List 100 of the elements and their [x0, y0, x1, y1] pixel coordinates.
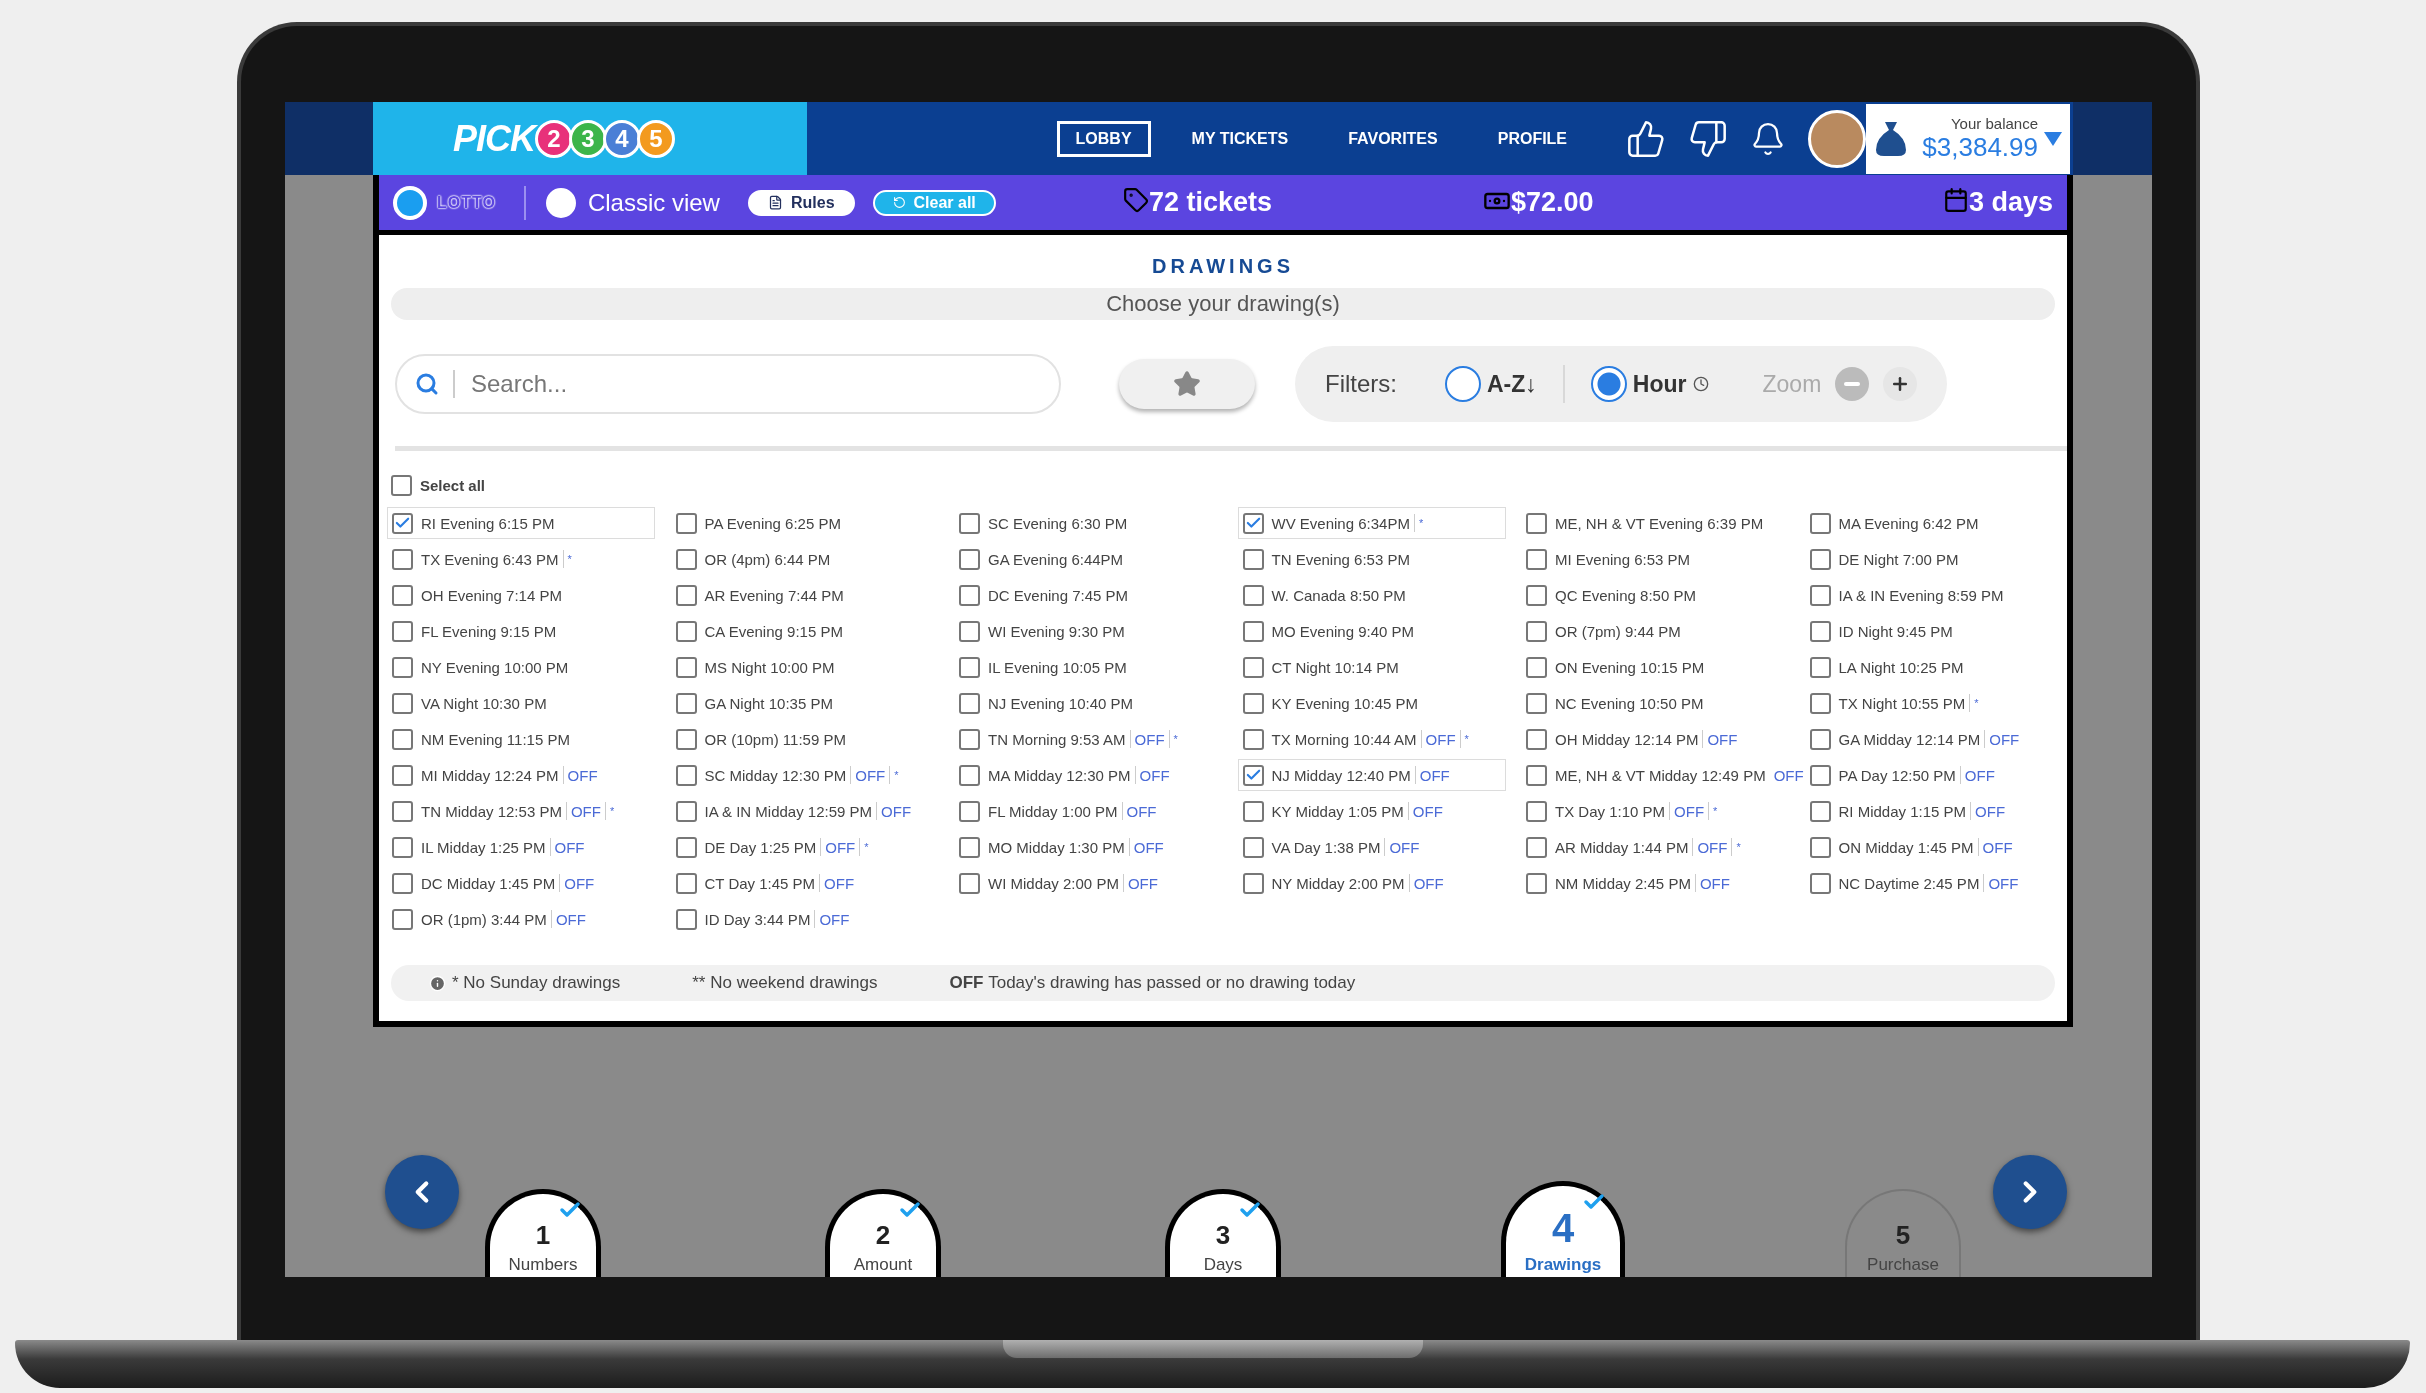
checkbox[interactable] [675, 584, 697, 606]
checkbox[interactable] [1809, 764, 1831, 786]
checkbox[interactable] [675, 692, 697, 714]
checkbox[interactable] [1809, 872, 1831, 894]
checkbox[interactable] [392, 908, 413, 930]
sort-radio[interactable] [1590, 366, 1627, 402]
checkbox[interactable] [675, 512, 697, 534]
nav-link[interactable]: MY TICKETS [1172, 120, 1308, 157]
off-label: OFF [1139, 766, 1170, 784]
checkbox[interactable] [1242, 584, 1264, 606]
checkbox[interactable] [392, 548, 413, 570]
checkbox[interactable] [959, 692, 980, 714]
thumbs-up-icon[interactable] [1626, 118, 1667, 159]
checkbox[interactable] [959, 728, 980, 750]
checkbox[interactable] [959, 764, 980, 786]
nav-link[interactable]: FAVORITES [1329, 120, 1457, 157]
checkbox[interactable] [1242, 728, 1264, 750]
checkbox[interactable] [1242, 548, 1264, 570]
checkbox[interactable] [1526, 800, 1547, 822]
note-mark: * [1713, 805, 1718, 817]
checkbox[interactable] [959, 548, 980, 570]
checkbox[interactable] [1242, 656, 1264, 678]
checkbox[interactable] [959, 872, 980, 894]
checkbox[interactable] [1526, 512, 1547, 534]
checkbox[interactable] [392, 656, 413, 678]
step-tab[interactable]: 4 Drawings [1501, 1181, 1625, 1277]
thumbs-down-icon[interactable] [1688, 118, 1729, 159]
step-tab[interactable]: 5 Purchase [1845, 1189, 1961, 1277]
checkbox[interactable] [675, 800, 697, 822]
checkbox[interactable] [1526, 764, 1547, 786]
checkbox[interactable] [675, 656, 697, 678]
drawing-label: ME, NH & VT Midday 12:49 PM [1555, 766, 1766, 784]
nav-link[interactable]: PROFILE [1478, 120, 1587, 157]
zoom-in-button[interactable] [1883, 367, 1918, 401]
drawing-label: VA Day 1:38 PM [1271, 838, 1381, 856]
checkbox[interactable] [392, 620, 413, 642]
checkbox[interactable] [392, 584, 413, 606]
checkbox[interactable] [392, 872, 413, 894]
step-tab[interactable]: 3 Days [1165, 1189, 1281, 1277]
checkbox[interactable] [392, 728, 413, 750]
minus-icon [1844, 382, 1861, 386]
checkbox[interactable] [1526, 656, 1547, 678]
checkbox[interactable] [675, 764, 697, 786]
checkbox[interactable] [1809, 548, 1831, 570]
checkbox[interactable] [1809, 656, 1831, 678]
checkbox[interactable] [1526, 872, 1547, 894]
checkbox[interactable] [1809, 584, 1831, 606]
checkbox[interactable] [675, 548, 697, 570]
sort-radio[interactable] [1445, 366, 1481, 402]
checkbox[interactable] [1242, 764, 1264, 786]
checkbox[interactable] [959, 656, 980, 678]
checkbox[interactable] [1242, 800, 1264, 822]
checkbox[interactable] [959, 584, 980, 606]
balance-box[interactable]: Your balance $3,384.99 [1866, 103, 2070, 174]
checkbox[interactable] [675, 908, 697, 930]
view-radio[interactable] [393, 185, 427, 220]
next-button[interactable] [1993, 1155, 2067, 1229]
checkbox[interactable] [1809, 836, 1831, 858]
checkbox[interactable] [675, 872, 697, 894]
checkbox[interactable] [1526, 692, 1547, 714]
checkbox[interactable] [1242, 692, 1264, 714]
checkbox[interactable] [959, 620, 980, 642]
checkbox[interactable] [1809, 800, 1831, 822]
checkbox[interactable] [1809, 620, 1831, 642]
checkbox[interactable] [1526, 836, 1547, 858]
checkbox[interactable] [391, 474, 412, 496]
step-tab[interactable]: 1 Numbers [485, 1189, 601, 1277]
view-label: Classic view [587, 188, 720, 217]
checkbox[interactable] [392, 512, 413, 534]
off-label: OFF [555, 910, 586, 928]
checkbox[interactable] [1809, 728, 1831, 750]
checkbox[interactable] [392, 764, 413, 786]
checkbox[interactable] [675, 620, 697, 642]
favorites-button[interactable] [1119, 359, 1255, 409]
nav-link[interactable]: LOBBY [1056, 120, 1151, 157]
step-tab[interactable]: 2 Amount [825, 1189, 941, 1277]
checkbox[interactable] [392, 800, 413, 822]
view-radio[interactable] [545, 187, 576, 218]
checkbox[interactable] [392, 692, 413, 714]
checkbox[interactable] [1242, 512, 1264, 534]
rules-button[interactable]: Rules [747, 189, 855, 216]
checkbox[interactable] [392, 836, 413, 858]
checkbox[interactable] [1526, 728, 1547, 750]
previous-button[interactable] [385, 1155, 459, 1229]
checkbox[interactable] [1526, 584, 1547, 606]
checkbox[interactable] [1242, 620, 1264, 642]
drawing-label: NC Evening 10:50 PM [1555, 694, 1704, 712]
checkbox[interactable] [1809, 692, 1831, 714]
checkbox[interactable] [1242, 836, 1264, 858]
checkbox[interactable] [959, 512, 980, 534]
checkbox[interactable] [959, 836, 980, 858]
checkbox[interactable] [1526, 620, 1547, 642]
checkbox[interactable] [675, 836, 697, 858]
checkbox[interactable] [1242, 872, 1264, 894]
checkbox[interactable] [1526, 548, 1547, 570]
checkbox[interactable] [1809, 512, 1831, 534]
checkbox[interactable] [959, 800, 980, 822]
checkbox[interactable] [675, 728, 697, 750]
avatar[interactable] [1808, 109, 1867, 168]
drawing-label: KY Midday 1:05 PM [1271, 802, 1404, 820]
